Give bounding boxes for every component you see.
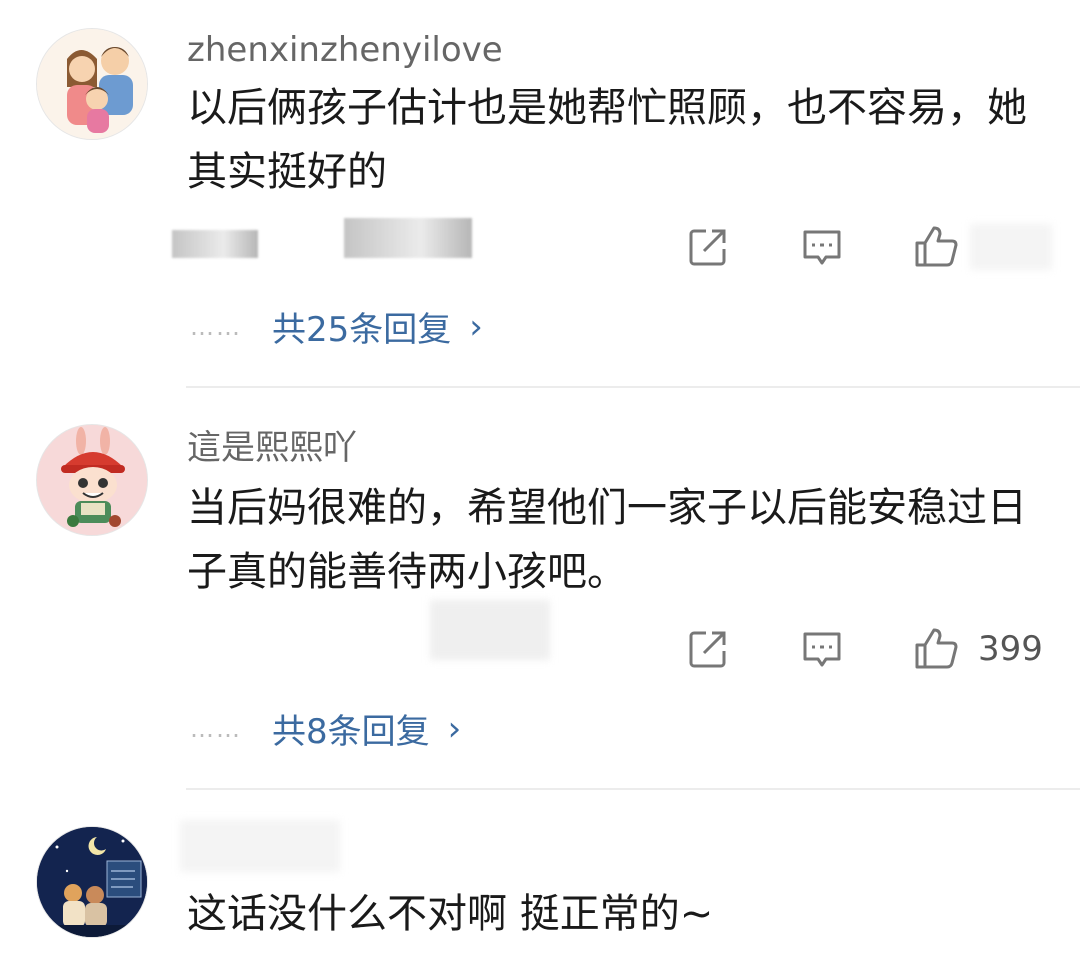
- share-button[interactable]: [686, 222, 730, 272]
- comment-icon: [803, 230, 841, 265]
- like-button[interactable]: 399: [912, 624, 1043, 674]
- username[interactable]: zhenxinzhenyilove: [187, 30, 503, 70]
- share-button[interactable]: [686, 624, 730, 674]
- chevron-right-icon: ›: [447, 708, 462, 749]
- comment-text: 以后俩孩子估计也是她帮忙照顾，也不容易，她其实挺好的: [187, 85, 1027, 195]
- thumbs-up-icon: [915, 226, 958, 267]
- avatar[interactable]: [36, 28, 148, 140]
- comment-text: 当后妈很难的，希望他们一家子以后能安稳过日子真的能善待两小孩吧。: [187, 485, 1027, 595]
- red-hat-doll-avatar-icon: [37, 425, 147, 535]
- avatar[interactable]: [36, 424, 148, 536]
- replies-count: 共25条回复: [272, 310, 452, 350]
- replies-count: 共8条回复: [272, 712, 430, 752]
- divider: [186, 788, 1080, 790]
- username[interactable]: [180, 820, 340, 872]
- comment-icon: [803, 632, 841, 667]
- comment-meta: [430, 600, 550, 660]
- chevron-right-icon: ›: [469, 306, 483, 347]
- family-cartoon-avatar-icon: [37, 29, 147, 139]
- night-sky-couple-avatar-icon: [37, 827, 147, 937]
- comment-meta: [172, 230, 258, 258]
- comment-meta: [344, 218, 472, 258]
- like-button[interactable]: [912, 222, 960, 272]
- divider: [186, 386, 1080, 388]
- action-bar: 399: [680, 624, 1060, 674]
- comment-button[interactable]: [800, 624, 844, 674]
- share-icon: [689, 229, 726, 266]
- comment-text: 这话没什么不对啊 挺正常的~: [187, 891, 714, 937]
- comment-button[interactable]: [800, 222, 844, 272]
- avatar[interactable]: [36, 826, 148, 938]
- comment-meta: [970, 224, 1052, 270]
- view-replies-link[interactable]: …… 共25条回复 ›: [190, 302, 483, 351]
- like-count: 399: [978, 629, 1043, 669]
- ellipsis: ……: [190, 714, 242, 743]
- username[interactable]: 這是熙熙吖: [187, 428, 357, 468]
- view-replies-link[interactable]: …… 共8条回复 ›: [190, 704, 461, 753]
- ellipsis: ……: [190, 312, 242, 341]
- thumbs-up-icon: [915, 628, 958, 669]
- share-icon: [689, 631, 726, 668]
